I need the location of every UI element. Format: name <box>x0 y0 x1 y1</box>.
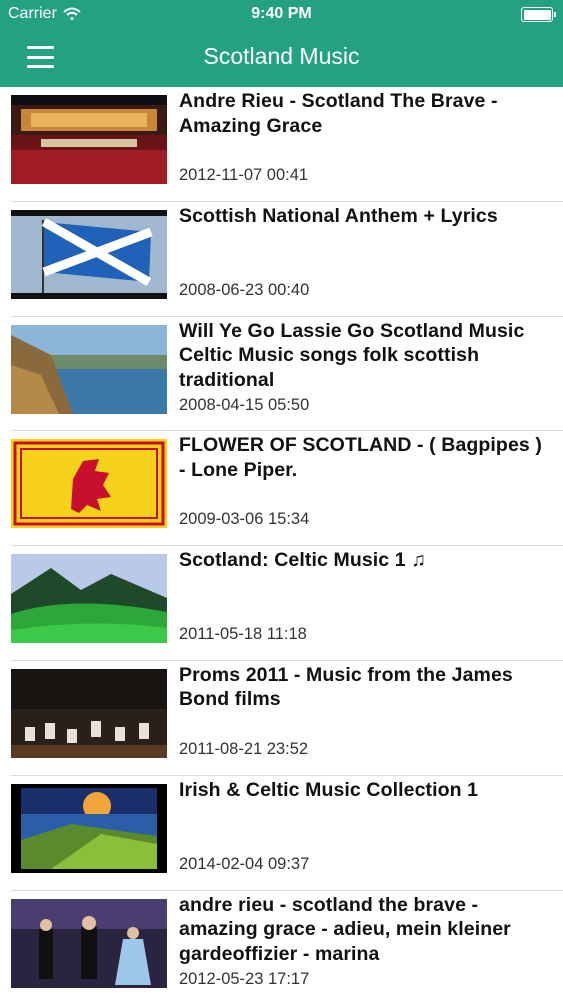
app-header: Carrier 9:40 PM Scotland Music <box>0 0 563 87</box>
page-title: Scotland Music <box>203 43 360 69</box>
video-title: Andre Rieu - Scotland The Brave - Amazin… <box>179 90 498 137</box>
video-list: Andre Rieu - Scotland The Brave - Amazin… <box>0 87 563 1000</box>
status-time: 9:40 PM <box>251 5 312 22</box>
video-date: 2011-08-21 23:52 <box>179 739 309 758</box>
video-thumbnail <box>11 668 167 758</box>
video-thumbnail <box>11 898 167 988</box>
video-thumbnail <box>11 554 167 644</box>
video-date: 2009-03-06 15:34 <box>179 510 310 529</box>
video-row[interactable]: Irish & Celtic Music Collection 1 2014-0… <box>0 776 563 891</box>
video-row[interactable]: andre rieu - scotland the brave - amazin… <box>0 891 563 1000</box>
video-row[interactable]: Scottish National Anthem + Lyrics 2008-0… <box>0 202 563 317</box>
video-date: 2014-02-04 09:37 <box>179 854 310 873</box>
video-title: andre rieu - scotland the brave - amazin… <box>179 893 511 965</box>
video-thumbnail <box>11 209 167 299</box>
video-thumbnail <box>11 95 167 184</box>
video-row[interactable]: Andre Rieu - Scotland The Brave - Amazin… <box>0 87 563 202</box>
video-row[interactable]: FLOWER OF SCOTLAND - ( Bagpipes ) - Lone… <box>0 431 563 546</box>
video-date: 2008-06-23 00:40 <box>179 280 310 299</box>
video-title: Will Ye Go Lassie Go Scotland Music Celt… <box>179 319 525 391</box>
video-date: 2012-05-23 17:17 <box>179 969 310 988</box>
video-title: Irish & Celtic Music Collection 1 <box>179 778 479 801</box>
navigation-bar: Scotland Music <box>0 30 563 87</box>
video-row[interactable]: Proms 2011 - Music from the James Bond f… <box>0 661 563 776</box>
video-thumbnail <box>11 324 167 414</box>
video-row[interactable]: Scotland: Celtic Music 1 ♫ 2011-05-18 11… <box>0 546 563 661</box>
video-title: Scotland: Celtic Music 1 ♫ <box>179 549 426 572</box>
battery-icon <box>521 7 556 22</box>
video-date: 2012-11-07 00:41 <box>179 166 309 184</box>
video-thumbnail <box>11 439 167 529</box>
video-date: 2011-05-18 11:18 <box>179 625 307 644</box>
video-row[interactable]: Will Ye Go Lassie Go Scotland Music Celt… <box>0 317 563 432</box>
video-title: Proms 2011 - Music from the James Bond f… <box>179 663 513 711</box>
video-thumbnail <box>11 783 167 873</box>
video-title: Scottish National Anthem + Lyrics <box>179 204 498 227</box>
video-date: 2008-04-15 05:50 <box>179 395 310 414</box>
video-title: FLOWER OF SCOTLAND - ( Bagpipes ) - Lone… <box>179 434 542 481</box>
status-bar: Carrier 9:40 PM <box>0 0 563 30</box>
